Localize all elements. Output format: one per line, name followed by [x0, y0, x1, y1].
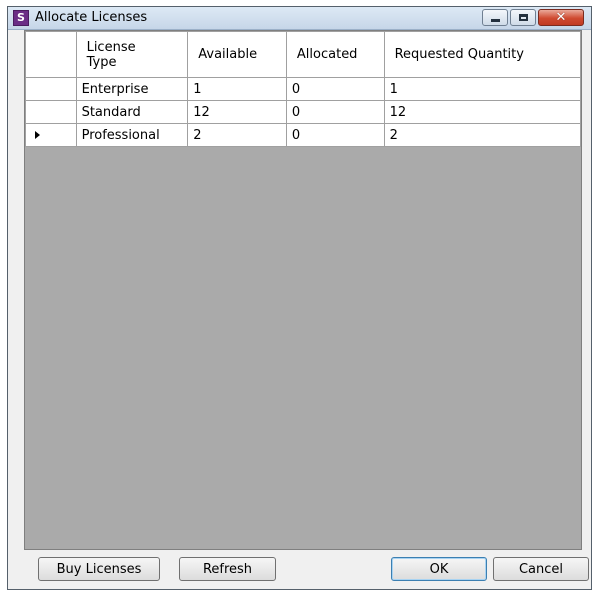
row-header[interactable] [25, 100, 77, 124]
cell-requested-quantity[interactable]: 1 [383, 77, 581, 101]
table-row[interactable]: Standard 12 0 12 [25, 100, 581, 124]
cell-license-type[interactable]: Standard [75, 100, 189, 124]
current-row-indicator-icon [35, 130, 40, 139]
license-grid[interactable]: License Type Available Allocated Request… [24, 30, 582, 550]
allocate-licenses-dialog: S Allocate Licenses ✕ License Type Avail… [7, 6, 592, 590]
cell-requested-quantity[interactable]: 12 [383, 100, 581, 124]
cell-requested-quantity[interactable]: 2 [383, 123, 581, 147]
cell-available[interactable]: 2 [187, 123, 287, 147]
maximize-button[interactable] [510, 9, 536, 26]
select-all-cell[interactable] [25, 31, 77, 78]
table-row[interactable]: Professional 2 0 2 [25, 123, 581, 147]
minimize-icon [490, 19, 500, 22]
cell-allocated[interactable]: 0 [285, 123, 385, 147]
buy-licenses-button[interactable]: Buy Licenses [38, 557, 160, 581]
ok-button[interactable]: OK [391, 557, 487, 581]
license-table: License Type Available Allocated Request… [25, 31, 581, 147]
row-header[interactable] [25, 123, 77, 147]
cell-license-type[interactable]: Enterprise [75, 77, 189, 101]
row-header[interactable] [25, 77, 77, 101]
title-bar[interactable]: S Allocate Licenses ✕ [8, 7, 591, 30]
column-header-license-type[interactable]: License Type [75, 31, 189, 78]
minimize-button[interactable] [482, 9, 508, 26]
window-title: Allocate Licenses [35, 10, 148, 25]
cell-license-type[interactable]: Professional [75, 123, 189, 147]
cell-allocated[interactable]: 0 [285, 100, 385, 124]
cell-allocated[interactable]: 0 [285, 77, 385, 101]
header-row: License Type Available Allocated Request… [25, 31, 581, 78]
close-icon: ✕ [555, 10, 567, 25]
column-header-available[interactable]: Available [187, 31, 287, 78]
column-header-license-type-line2: Type [86, 54, 117, 70]
column-header-license-type-line1: License [86, 39, 136, 55]
cell-available[interactable]: 12 [187, 100, 287, 124]
cell-available[interactable]: 1 [187, 77, 287, 101]
table-row[interactable]: Enterprise 1 0 1 [25, 77, 581, 101]
column-header-allocated[interactable]: Allocated [285, 31, 385, 78]
close-button[interactable]: ✕ [538, 9, 584, 26]
cancel-button[interactable]: Cancel [493, 557, 589, 581]
column-header-requested-quantity[interactable]: Requested Quantity [383, 31, 581, 78]
maximize-icon [518, 14, 528, 21]
app-logo-icon: S [13, 10, 29, 26]
refresh-button[interactable]: Refresh [179, 557, 276, 581]
